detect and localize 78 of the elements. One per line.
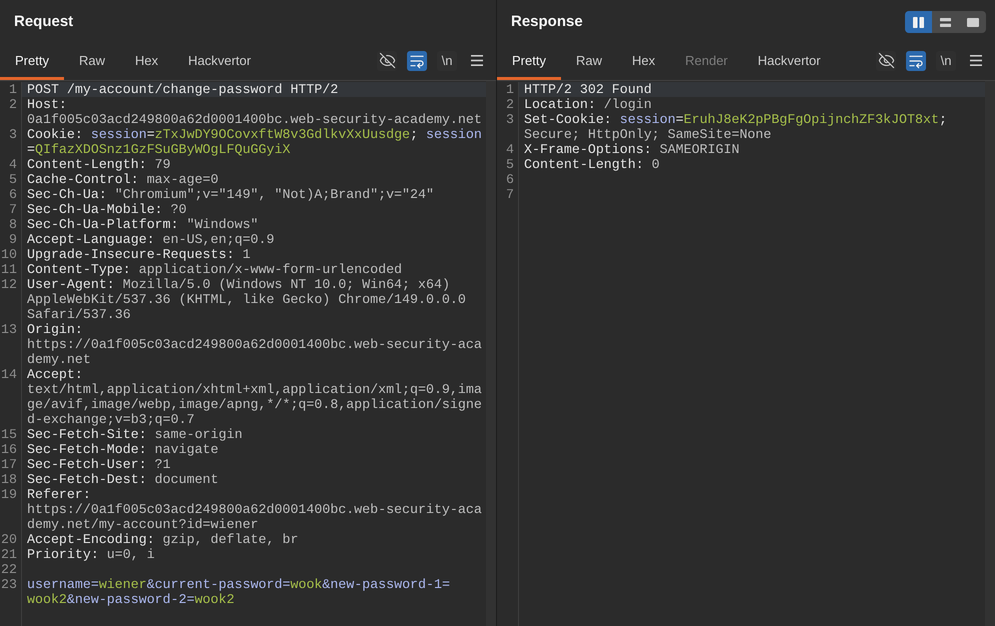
line-number: 5: [506, 157, 514, 172]
code-line: Accept-Language: en-US,en;q=0.9: [26, 232, 276, 247]
line-number: 7: [506, 187, 514, 202]
wrap-text-icon: [908, 52, 924, 68]
code-line: Sec-Fetch-Mode: navigate: [26, 442, 220, 457]
line-number: 4: [506, 142, 514, 157]
code-line: Sec-Fetch-Dest: document: [26, 472, 220, 487]
columns-icon: [913, 16, 924, 28]
code-line: Accept-Encoding: gzip, deflate, br: [26, 532, 300, 547]
line-number: 2: [9, 97, 17, 112]
line-number: 9: [9, 232, 17, 247]
line-number: 18: [1, 472, 17, 487]
code-line: Set-Cookie: session=EruhJ8eK2pPBgFgOpijnchZF3kJOT8xt; Secure; HttpOnly; SameSite=None: [523, 112, 948, 142]
line-number: 21: [1, 547, 17, 562]
code-line: Origin: https://0a1f005c03acd249800a62d0001400bc.web-security-aca demy.net: [26, 322, 483, 367]
code-line: Host: 0a1f005c03acd249800a62d0001400bc.web-security-academy.net: [26, 97, 483, 127]
code-line: X-Frame-Options: SAMEORIGIN: [523, 142, 740, 157]
line-number: 22: [1, 562, 17, 577]
code-line: User-Agent: Mozilla/5.0 (Windows NT 10.0; Win64; x64) AppleWebKit/537.36 (KHTML, like Gecko) Chrome/149.0.0.0 Safari/537.36: [26, 277, 467, 322]
menu-icon[interactable]: [970, 55, 982, 66]
wrap-text-icon: [409, 52, 425, 68]
line-number: 3: [9, 127, 17, 142]
line-number: 17: [1, 457, 17, 472]
code-line: Sec-Fetch-User: ?1: [26, 457, 172, 472]
hide-toggle[interactable]: [876, 50, 896, 70]
eye-off-icon: [378, 52, 396, 69]
code-line: Priority: u=0, i: [26, 547, 156, 562]
line-number: 7: [9, 202, 17, 217]
view-tab[interactable]: Hex: [120, 44, 174, 80]
view-tab[interactable]: Raw: [560, 44, 617, 80]
code-line: Content-Type: application/x-www-form-urlencoded: [26, 262, 404, 277]
newline-toggle[interactable]: \n: [936, 50, 956, 70]
line-number: 2: [506, 97, 514, 112]
rows-icon: [940, 18, 951, 26]
code-line: username=wiener&current-password=wook&new-password-1= wook2&new-password-2=wook2: [26, 577, 451, 607]
line-number: 16: [1, 442, 17, 457]
line-number: 4: [9, 157, 17, 172]
panel-title: Request: [14, 12, 74, 32]
line-number: 15: [1, 427, 17, 442]
wrap-toggle[interactable]: [906, 50, 926, 70]
code-line: Cookie: session=zTxJwDY9OCovxftW8v3GdlkvXxUusdge; session =QIfazXDOSnz1GzFSuGByWOgLFQuGGyiX: [26, 127, 483, 157]
line-number: 23: [1, 577, 17, 592]
code-line: Location: /login: [523, 97, 653, 112]
view-tab[interactable]: Hackvertor: [173, 44, 266, 80]
hide-toggle[interactable]: [377, 50, 397, 70]
line-number: 19: [1, 487, 17, 502]
line-number: 6: [506, 172, 514, 187]
line-number: 13: [1, 322, 17, 337]
view-tab[interactable]: Hackvertor: [742, 44, 836, 80]
line-number: 8: [9, 217, 17, 232]
code-line: Sec-Ch-Ua: "Chromium";v="149", "Not)A;Brand";v="24": [26, 187, 435, 202]
line-number: 6: [9, 187, 17, 202]
code-line: Sec-Fetch-Site: same-origin: [26, 427, 244, 442]
code-line: Content-Length: 79: [26, 157, 172, 172]
panel-title: Response: [511, 12, 583, 32]
scrollbar-track[interactable]: [486, 81, 496, 626]
line-number: 10: [1, 247, 17, 262]
line-number: 3: [506, 112, 514, 127]
newline-toggle[interactable]: \n: [437, 50, 457, 70]
line-number: 5: [9, 172, 17, 187]
line-number: 12: [1, 277, 17, 292]
line-number: 14: [1, 367, 17, 382]
layout-option[interactable]: [905, 11, 932, 33]
code-line: Upgrade-Insecure-Requests: 1: [26, 247, 252, 262]
line-number: 20: [1, 532, 17, 547]
view-tab[interactable]: Hex: [616, 44, 670, 80]
line-number: 1: [9, 82, 17, 97]
code-line: Sec-Ch-Ua-Platform: "Windows": [26, 217, 260, 232]
view-tab[interactable]: Raw: [64, 44, 120, 80]
line-number: 11: [1, 262, 17, 277]
line-number: 1: [506, 82, 514, 97]
code-line: Cache-Control: max-age=0: [26, 172, 220, 187]
code-line: Content-Length: 0: [523, 157, 661, 172]
code-line: Sec-Ch-Ua-Mobile: ?0: [26, 202, 188, 217]
eye-off-icon: [878, 52, 894, 69]
single-pane-icon: [966, 18, 978, 26]
wrap-toggle[interactable]: [407, 50, 427, 70]
menu-icon[interactable]: [471, 55, 483, 66]
